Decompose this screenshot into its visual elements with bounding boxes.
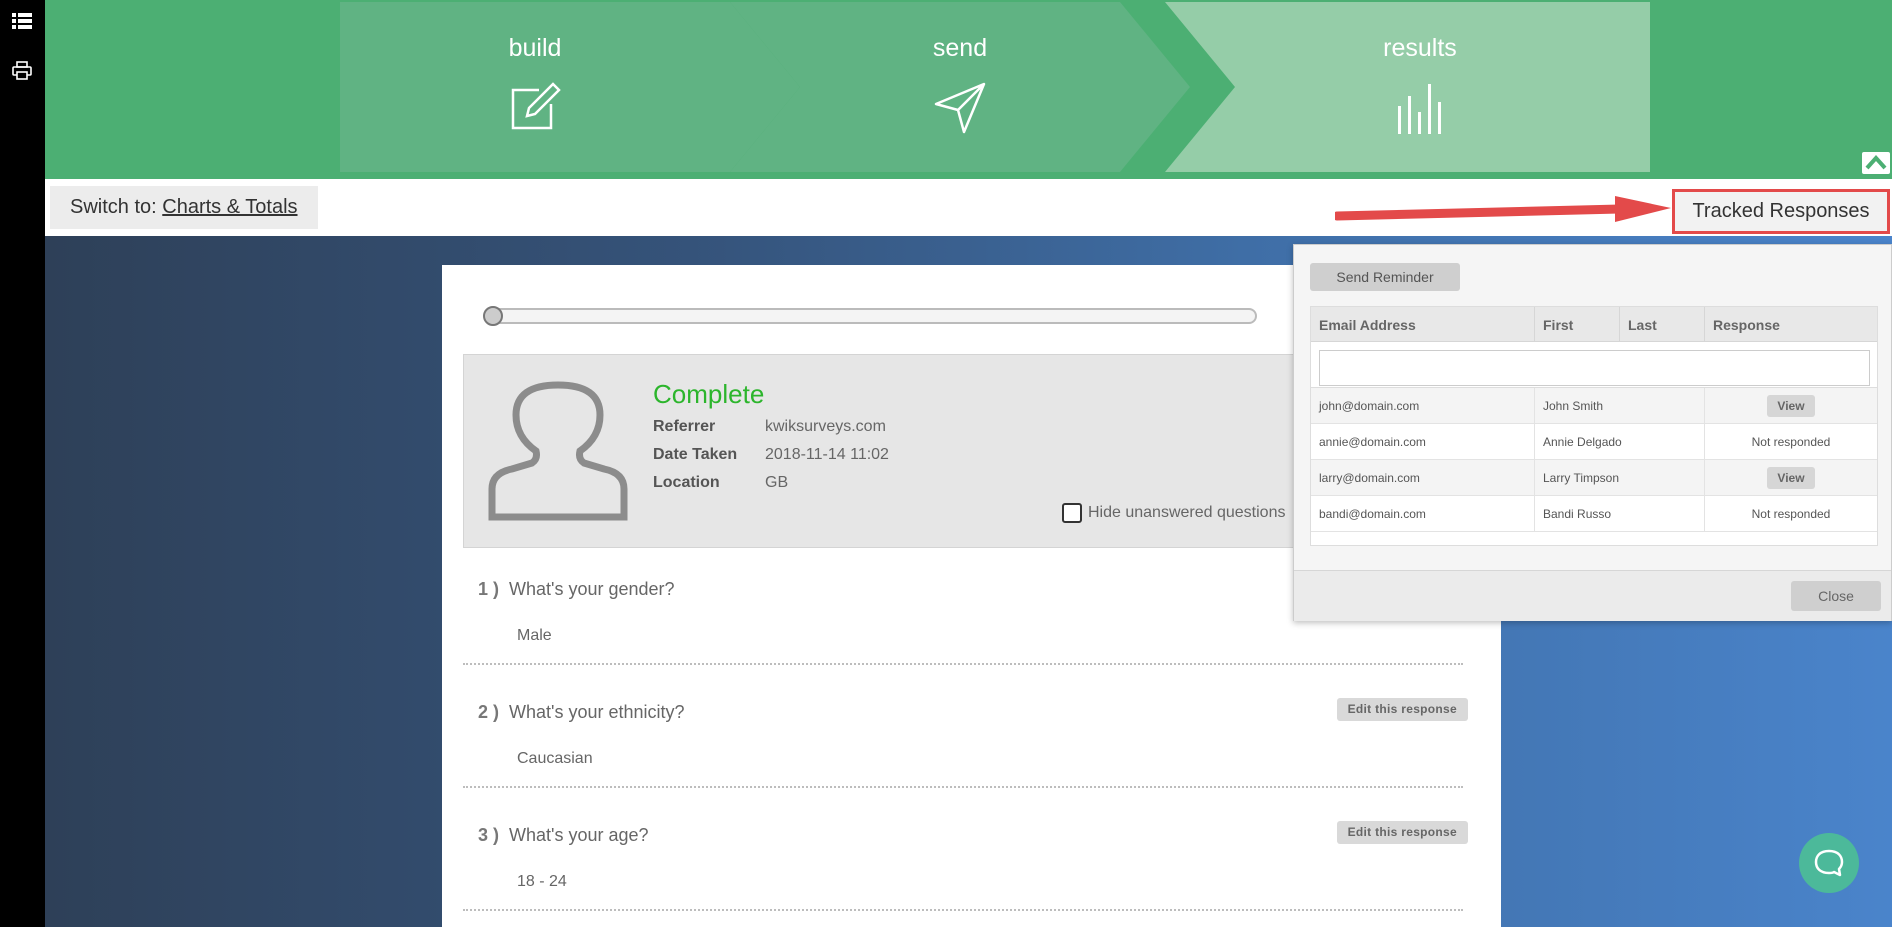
column-header[interactable]: Email Address	[1311, 307, 1535, 341]
column-header[interactable]: Response	[1705, 307, 1877, 341]
bar-chart-icon	[1398, 84, 1441, 134]
hide-unanswered-toggle[interactable]: Hide unanswered questions	[1062, 503, 1285, 523]
hide-unanswered-label: Hide unanswered questions	[1088, 504, 1286, 521]
response-status: Complete	[653, 379, 765, 409]
edit-response-button[interactable]: Edit this response	[1336, 698, 1468, 721]
chat-icon	[1814, 849, 1844, 877]
question-text: What's your age?	[509, 825, 649, 845]
column-header[interactable]: First	[1535, 307, 1620, 341]
name-cell: John Smith	[1535, 387, 1705, 424]
popup-footer: Close	[1294, 570, 1891, 621]
step-build-label: build	[508, 34, 562, 62]
referrer-label: Referrer	[653, 418, 716, 435]
email-cell: bandi@domain.com	[1311, 495, 1535, 532]
email-cell: annie@domain.com	[1311, 423, 1535, 460]
step-results-label: results	[1383, 34, 1457, 62]
charts-totals-link[interactable]: Charts & Totals	[162, 196, 297, 218]
step-send-label: send	[932, 34, 988, 62]
referrer-value: kwiksurveys.com	[765, 418, 886, 435]
question-text: What's your gender?	[509, 579, 675, 599]
question-answer: Male	[517, 627, 552, 644]
list-icon[interactable]	[11, 10, 33, 32]
response-cell: View	[1705, 460, 1877, 496]
tracked-responses-button[interactable]: Tracked Responses	[1672, 189, 1890, 234]
email-filter-input[interactable]	[1319, 350, 1870, 386]
question-number: 1 )	[478, 579, 500, 599]
name-cell: Larry Timpson	[1535, 459, 1705, 496]
annotation-arrow-icon	[1335, 196, 1671, 222]
location-label: Location	[653, 474, 720, 491]
view-button[interactable]: View	[1767, 466, 1815, 489]
chat-launcher[interactable]	[1799, 833, 1859, 893]
question-number: 3 )	[478, 825, 500, 845]
switch-to-prefix: Switch to:	[70, 196, 157, 218]
divider	[463, 663, 1463, 665]
question-text: What's your ethnicity?	[509, 702, 685, 722]
table-footer-spacer	[1311, 532, 1877, 545]
send-reminder-button[interactable]: Send Reminder	[1310, 263, 1460, 291]
collapse-button[interactable]	[1862, 152, 1890, 174]
column-header[interactable]: Last	[1620, 307, 1705, 341]
date-row: Date Taken 2018-11-14 11:02	[653, 446, 889, 464]
tracked-responses-popup: Send Reminder Email Address First Last R…	[1293, 244, 1892, 621]
send-icon	[934, 82, 986, 134]
divider	[463, 786, 1463, 788]
filter-row	[1311, 342, 1877, 388]
date-label: Date Taken	[653, 446, 738, 463]
left-rail	[0, 0, 45, 927]
table-row: john@domain.com John Smith View	[1311, 387, 1877, 424]
table-row: bandi@domain.com Bandi Russo Not respond…	[1311, 495, 1877, 532]
step-send[interactable]: send	[730, 2, 1210, 172]
question-answer: Caucasian	[517, 750, 593, 767]
question-3: 3 ) What's your age? Edit this response 1…	[463, 821, 1468, 911]
response-cell: Not responded	[1751, 506, 1831, 521]
email-cell: john@domain.com	[1311, 387, 1535, 424]
name-cell: Annie Delgado	[1535, 423, 1705, 460]
close-button[interactable]: Close	[1791, 581, 1881, 611]
question-answer: 18 - 24	[517, 873, 567, 890]
table-header: Email Address First Last Response	[1311, 307, 1877, 342]
referrer-row: Referrer kwiksurveys.com	[653, 418, 886, 436]
switch-to-box: Switch to: Charts & Totals	[50, 186, 318, 229]
name-cell: Bandi Russo	[1535, 495, 1705, 532]
hide-unanswered-checkbox[interactable]	[1062, 503, 1082, 523]
response-cell: Not responded	[1751, 434, 1831, 449]
edit-response-button[interactable]: Edit this response	[1336, 821, 1468, 844]
table-row: annie@domain.com Annie Delgado Not respo…	[1311, 423, 1877, 460]
date-value: 2018-11-14 11:02	[765, 446, 889, 463]
user-avatar-icon	[488, 381, 628, 521]
response-slider[interactable]	[483, 306, 1257, 326]
view-button[interactable]: View	[1767, 394, 1815, 417]
response-cell: View	[1705, 388, 1877, 424]
location-value: GB	[765, 474, 789, 491]
question-number: 2 )	[478, 702, 500, 722]
divider	[463, 909, 1463, 911]
table-row: larry@domain.com Larry Timpson View	[1311, 459, 1877, 496]
slider-knob[interactable]	[483, 306, 503, 326]
top-step-bar: build send results	[45, 0, 1892, 179]
tracked-responses-table: Email Address First Last Response john@d…	[1310, 306, 1878, 546]
email-cell: larry@domain.com	[1311, 459, 1535, 496]
question-2: 2 ) What's your ethnicity? Edit this resp…	[463, 698, 1468, 788]
location-row: Location GB	[653, 474, 788, 492]
chevron-up-icon	[1865, 155, 1887, 170]
step-results[interactable]: results	[1165, 2, 1650, 172]
edit-icon	[511, 82, 561, 130]
print-icon[interactable]	[11, 60, 33, 82]
